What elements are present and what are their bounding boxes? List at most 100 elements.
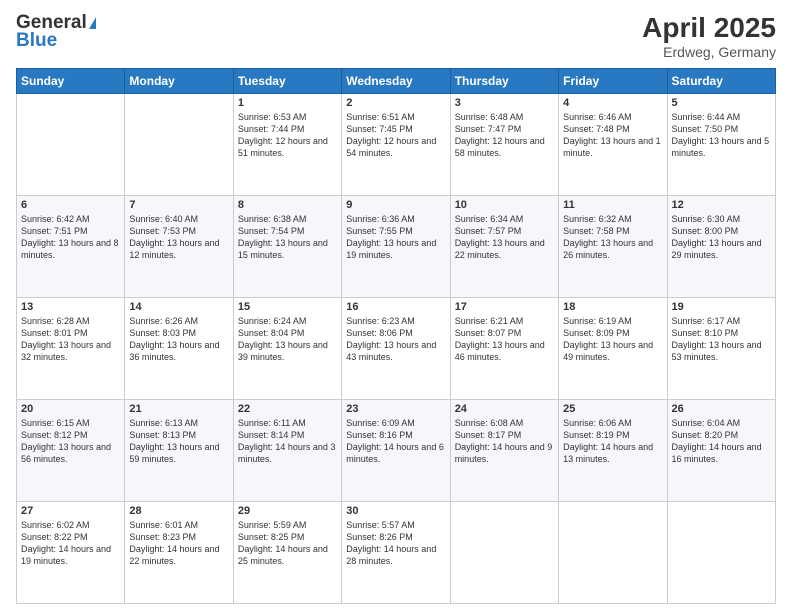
day-info: Sunrise: 6:08 AM Sunset: 8:17 PM Dayligh… bbox=[455, 417, 554, 466]
day-info: Sunrise: 6:09 AM Sunset: 8:16 PM Dayligh… bbox=[346, 417, 445, 466]
week-row-5: 27 Sunrise: 6:02 AM Sunset: 8:22 PM Dayli… bbox=[17, 502, 776, 604]
day-number: 1 bbox=[238, 97, 337, 109]
day-info: Sunrise: 5:59 AM Sunset: 8:25 PM Dayligh… bbox=[238, 519, 337, 568]
weekday-header-row: SundayMondayTuesdayWednesdayThursdayFrid… bbox=[17, 69, 776, 94]
day-info: Sunrise: 6:04 AM Sunset: 8:20 PM Dayligh… bbox=[672, 417, 771, 466]
calendar-cell bbox=[667, 502, 775, 604]
day-info: Sunrise: 6:30 AM Sunset: 8:00 PM Dayligh… bbox=[672, 213, 771, 262]
weekday-header-tuesday: Tuesday bbox=[233, 69, 341, 94]
calendar-cell: 4Sunrise: 6:46 AM Sunset: 7:48 PM Daylig… bbox=[559, 94, 667, 196]
calendar-cell: 17Sunrise: 6:21 AM Sunset: 8:07 PM Dayli… bbox=[450, 298, 558, 400]
day-number: 24 bbox=[455, 403, 554, 415]
weekday-header-thursday: Thursday bbox=[450, 69, 558, 94]
calendar-cell: 3 Sunrise: 6:48 AM Sunset: 7:47 PM Daylig… bbox=[450, 94, 558, 196]
calendar-cell: 5Sunrise: 6:44 AM Sunset: 7:50 PM Daylig… bbox=[667, 94, 775, 196]
day-info: Sunrise: 6:28 AM Sunset: 8:01 PM Dayligh… bbox=[21, 315, 120, 364]
day-info: Sunrise: 5:57 AM Sunset: 8:26 PM Dayligh… bbox=[346, 519, 445, 568]
calendar-cell: 26 Sunrise: 6:04 AM Sunset: 8:20 PM Dayli… bbox=[667, 400, 775, 502]
calendar-cell: 23Sunrise: 6:09 AM Sunset: 8:16 PM Dayli… bbox=[342, 400, 450, 502]
calendar-cell: 13Sunrise: 6:28 AM Sunset: 8:01 PM Dayli… bbox=[17, 298, 125, 400]
page: General Blue April 2025 Erdweg, Germany … bbox=[0, 0, 792, 612]
logo: General Blue bbox=[16, 12, 97, 52]
calendar-cell: 15 Sunrise: 6:24 AM Sunset: 8:04 PM Dayli… bbox=[233, 298, 341, 400]
day-number: 25 bbox=[563, 403, 662, 415]
day-info: Sunrise: 6:32 AM Sunset: 7:58 PM Dayligh… bbox=[563, 213, 662, 262]
calendar-table: SundayMondayTuesdayWednesdayThursdayFrid… bbox=[16, 68, 776, 604]
day-number: 5 bbox=[672, 97, 771, 109]
calendar-cell: 1 Sunrise: 6:53 AM Sunset: 7:44 PM Daylig… bbox=[233, 94, 341, 196]
week-row-4: 20 Sunrise: 6:15 AM Sunset: 8:12 PM Dayli… bbox=[17, 400, 776, 502]
day-info: Sunrise: 6:53 AM Sunset: 7:44 PM Dayligh… bbox=[238, 111, 337, 160]
calendar-cell bbox=[450, 502, 558, 604]
calendar-cell: 10 Sunrise: 6:34 AM Sunset: 7:57 PM Dayli… bbox=[450, 196, 558, 298]
calendar-cell: 21 Sunrise: 6:13 AM Sunset: 8:13 PM Dayli… bbox=[125, 400, 233, 502]
day-info: Sunrise: 6:21 AM Sunset: 8:07 PM Dayligh… bbox=[455, 315, 554, 364]
calendar-cell: 19 Sunrise: 6:17 AM Sunset: 8:10 PM Dayli… bbox=[667, 298, 775, 400]
day-number: 10 bbox=[455, 199, 554, 211]
calendar-cell: 28 Sunrise: 6:01 AM Sunset: 8:23 PM Dayli… bbox=[125, 502, 233, 604]
day-info: Sunrise: 6:46 AM Sunset: 7:48 PM Dayligh… bbox=[563, 111, 662, 160]
day-info: Sunrise: 6:36 AM Sunset: 7:55 PM Dayligh… bbox=[346, 213, 445, 262]
weekday-header-wednesday: Wednesday bbox=[342, 69, 450, 94]
calendar-cell: 16 Sunrise: 6:23 AM Sunset: 8:06 PM Dayli… bbox=[342, 298, 450, 400]
day-number: 19 bbox=[672, 301, 771, 313]
calendar-cell: 24 Sunrise: 6:08 AM Sunset: 8:17 PM Dayli… bbox=[450, 400, 558, 502]
day-info: Sunrise: 6:23 AM Sunset: 8:06 PM Dayligh… bbox=[346, 315, 445, 364]
calendar-cell: 14 Sunrise: 6:26 AM Sunset: 8:03 PM Dayli… bbox=[125, 298, 233, 400]
day-info: Sunrise: 6:06 AM Sunset: 8:19 PM Dayligh… bbox=[563, 417, 662, 466]
day-info: Sunrise: 6:48 AM Sunset: 7:47 PM Dayligh… bbox=[455, 111, 554, 160]
calendar-cell: 7 Sunrise: 6:40 AM Sunset: 7:53 PM Daylig… bbox=[125, 196, 233, 298]
day-info: Sunrise: 6:13 AM Sunset: 8:13 PM Dayligh… bbox=[129, 417, 228, 466]
calendar-cell: 18Sunrise: 6:19 AM Sunset: 8:09 PM Dayli… bbox=[559, 298, 667, 400]
weekday-header-friday: Friday bbox=[559, 69, 667, 94]
calendar-cell: 30 Sunrise: 5:57 AM Sunset: 8:26 PM Dayli… bbox=[342, 502, 450, 604]
day-number: 21 bbox=[129, 403, 228, 415]
week-row-1: 1 Sunrise: 6:53 AM Sunset: 7:44 PM Daylig… bbox=[17, 94, 776, 196]
day-info: Sunrise: 6:02 AM Sunset: 8:22 PM Dayligh… bbox=[21, 519, 120, 568]
weekday-header-saturday: Saturday bbox=[667, 69, 775, 94]
day-number: 16 bbox=[346, 301, 445, 313]
calendar-cell: 8Sunrise: 6:38 AM Sunset: 7:54 PM Daylig… bbox=[233, 196, 341, 298]
title-block: April 2025 Erdweg, Germany bbox=[642, 12, 776, 60]
calendar-cell: 2Sunrise: 6:51 AM Sunset: 7:45 PM Daylig… bbox=[342, 94, 450, 196]
calendar-cell: 25 Sunrise: 6:06 AM Sunset: 8:19 PM Dayli… bbox=[559, 400, 667, 502]
day-number: 26 bbox=[672, 403, 771, 415]
calendar-cell: 20 Sunrise: 6:15 AM Sunset: 8:12 PM Dayli… bbox=[17, 400, 125, 502]
calendar-cell: 29 Sunrise: 5:59 AM Sunset: 8:25 PM Dayli… bbox=[233, 502, 341, 604]
calendar-cell: 9 Sunrise: 6:36 AM Sunset: 7:55 PM Daylig… bbox=[342, 196, 450, 298]
day-info: Sunrise: 6:40 AM Sunset: 7:53 PM Dayligh… bbox=[129, 213, 228, 262]
day-number: 7 bbox=[129, 199, 228, 211]
day-number: 30 bbox=[346, 505, 445, 517]
day-number: 9 bbox=[346, 199, 445, 211]
weekday-header-monday: Monday bbox=[125, 69, 233, 94]
weekday-header-sunday: Sunday bbox=[17, 69, 125, 94]
calendar-cell: 11 Sunrise: 6:32 AM Sunset: 7:58 PM Dayli… bbox=[559, 196, 667, 298]
day-number: 22 bbox=[238, 403, 337, 415]
day-number: 12 bbox=[672, 199, 771, 211]
day-number: 14 bbox=[129, 301, 228, 313]
calendar-cell: 22Sunrise: 6:11 AM Sunset: 8:14 PM Dayli… bbox=[233, 400, 341, 502]
header: General Blue April 2025 Erdweg, Germany bbox=[16, 12, 776, 60]
day-number: 27 bbox=[21, 505, 120, 517]
day-info: Sunrise: 6:24 AM Sunset: 8:04 PM Dayligh… bbox=[238, 315, 337, 364]
day-info: Sunrise: 6:51 AM Sunset: 7:45 PM Dayligh… bbox=[346, 111, 445, 160]
calendar-cell bbox=[559, 502, 667, 604]
day-number: 28 bbox=[129, 505, 228, 517]
day-info: Sunrise: 6:19 AM Sunset: 8:09 PM Dayligh… bbox=[563, 315, 662, 364]
week-row-2: 6Sunrise: 6:42 AM Sunset: 7:51 PM Daylig… bbox=[17, 196, 776, 298]
day-number: 15 bbox=[238, 301, 337, 313]
week-row-3: 13Sunrise: 6:28 AM Sunset: 8:01 PM Dayli… bbox=[17, 298, 776, 400]
day-number: 29 bbox=[238, 505, 337, 517]
day-number: 11 bbox=[563, 199, 662, 211]
day-number: 8 bbox=[238, 199, 337, 211]
month-title: April 2025 bbox=[642, 12, 776, 44]
day-info: Sunrise: 6:15 AM Sunset: 8:12 PM Dayligh… bbox=[21, 417, 120, 466]
day-number: 3 bbox=[455, 97, 554, 109]
calendar-cell: 6Sunrise: 6:42 AM Sunset: 7:51 PM Daylig… bbox=[17, 196, 125, 298]
day-info: Sunrise: 6:26 AM Sunset: 8:03 PM Dayligh… bbox=[129, 315, 228, 364]
day-info: Sunrise: 6:01 AM Sunset: 8:23 PM Dayligh… bbox=[129, 519, 228, 568]
day-info: Sunrise: 6:17 AM Sunset: 8:10 PM Dayligh… bbox=[672, 315, 771, 364]
logo-triangle-icon bbox=[89, 17, 96, 29]
day-info: Sunrise: 6:34 AM Sunset: 7:57 PM Dayligh… bbox=[455, 213, 554, 262]
day-number: 20 bbox=[21, 403, 120, 415]
